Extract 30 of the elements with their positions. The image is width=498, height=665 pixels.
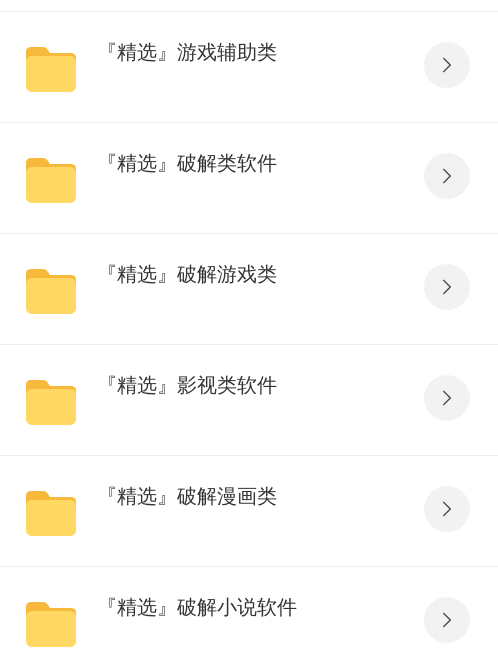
folder-name: 『精选』破解游戏类 xyxy=(97,261,278,288)
folder-name: 『精选』影视类软件 xyxy=(97,372,278,399)
open-button[interactable] xyxy=(424,264,470,310)
open-button[interactable] xyxy=(424,42,470,88)
chevron-right-icon xyxy=(442,278,452,296)
folder-row[interactable]: 『精选』影视类软件 xyxy=(0,345,498,456)
folder-row[interactable]: 『精选』破解类软件 xyxy=(0,123,498,234)
chevron-right-icon xyxy=(442,56,452,74)
folder-row[interactable]: 『精选』破解小说软件 xyxy=(0,567,498,665)
folder-icon xyxy=(26,490,76,536)
folder-name: 『精选』游戏辅助类 xyxy=(97,39,278,66)
folder-name: 『精选』破解类软件 xyxy=(97,150,278,177)
folder-icon xyxy=(26,268,76,314)
open-button[interactable] xyxy=(424,375,470,421)
folder-row[interactable]: 『精选』游戏辅助类 xyxy=(0,12,498,123)
open-button[interactable] xyxy=(424,153,470,199)
open-button[interactable] xyxy=(424,486,470,532)
chevron-right-icon xyxy=(442,167,452,185)
chevron-right-icon xyxy=(442,611,452,629)
folder-name: 『精选』破解小说软件 xyxy=(97,594,298,621)
folder-icon xyxy=(26,157,76,203)
folder-row[interactable]: 『精选』破解游戏类 xyxy=(0,234,498,345)
chevron-right-icon xyxy=(442,389,452,407)
folder-row[interactable]: 『精选』破解漫画类 xyxy=(0,456,498,567)
folder-icon xyxy=(26,46,76,92)
chevron-right-icon xyxy=(442,500,452,518)
folder-icon xyxy=(26,601,76,647)
folder-name: 『精选』破解漫画类 xyxy=(97,483,278,510)
folder-icon xyxy=(26,379,76,425)
open-button[interactable] xyxy=(424,597,470,643)
